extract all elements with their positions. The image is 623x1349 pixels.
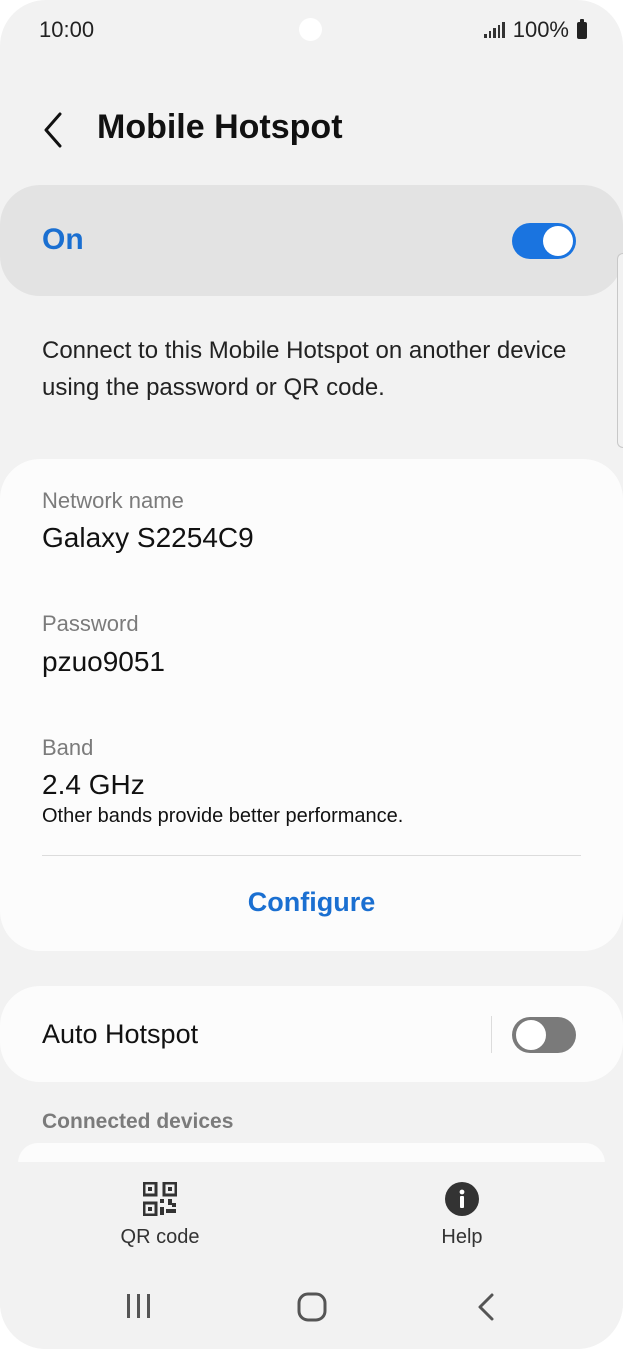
camera-cutout <box>299 18 322 41</box>
phone-screen: 10:00 100% Mobile Hotspot On Connect to … <box>0 0 623 1349</box>
row-divider <box>491 1016 492 1053</box>
home-icon[interactable] <box>297 1292 327 1322</box>
toggle-knob <box>514 1018 548 1052</box>
network-name-label: Network name <box>42 488 184 513</box>
connected-devices-title: Connected devices <box>42 1110 234 1133</box>
password-label: Password <box>42 611 139 636</box>
hotspot-toggle[interactable] <box>512 223 576 259</box>
band-note: Other bands provide better performance. <box>42 805 404 827</box>
network-name-value: Galaxy S2254C9 <box>42 522 254 553</box>
band-value: 2.4 GHz <box>42 769 145 800</box>
status-indicators: 100% <box>484 17 587 43</box>
recent-apps-icon[interactable] <box>124 1292 154 1320</box>
band-label: Band <box>42 735 94 760</box>
hotspot-description: Connect to this Mobile Hotspot on anothe… <box>42 337 567 401</box>
qr-code-label: QR code <box>120 1226 200 1248</box>
back-icon[interactable] <box>38 110 72 150</box>
network-info-card: Network name Galaxy S2254C9 Password pzu… <box>0 459 623 951</box>
qr-code-icon <box>143 1182 177 1216</box>
auto-hotspot-label: Auto Hotspot <box>42 1019 199 1049</box>
info-icon <box>445 1182 479 1216</box>
auto-hotspot-row[interactable]: Auto Hotspot <box>0 986 623 1082</box>
page-title: Mobile Hotspot <box>97 108 343 146</box>
status-time: 10:00 <box>39 17 95 42</box>
card-divider <box>42 855 581 856</box>
nav-back-icon[interactable] <box>474 1292 500 1322</box>
help-button[interactable]: Help <box>412 1182 512 1249</box>
hotspot-master-switch[interactable]: On <box>0 185 623 296</box>
battery-percent: 100% <box>512 17 569 42</box>
toggle-knob <box>543 226 573 256</box>
signal-icon <box>484 22 505 38</box>
master-switch-label: On <box>42 223 84 256</box>
bottom-bar: QR code Help <box>0 1162 623 1349</box>
configure-button[interactable]: Configure <box>0 887 623 918</box>
auto-hotspot-toggle[interactable] <box>512 1017 576 1053</box>
qr-code-button[interactable]: QR code <box>110 1182 210 1249</box>
battery-icon <box>577 18 587 39</box>
scrollbar[interactable] <box>617 253 623 448</box>
help-label: Help <box>441 1226 483 1248</box>
password-value: pzuo9051 <box>42 646 166 677</box>
